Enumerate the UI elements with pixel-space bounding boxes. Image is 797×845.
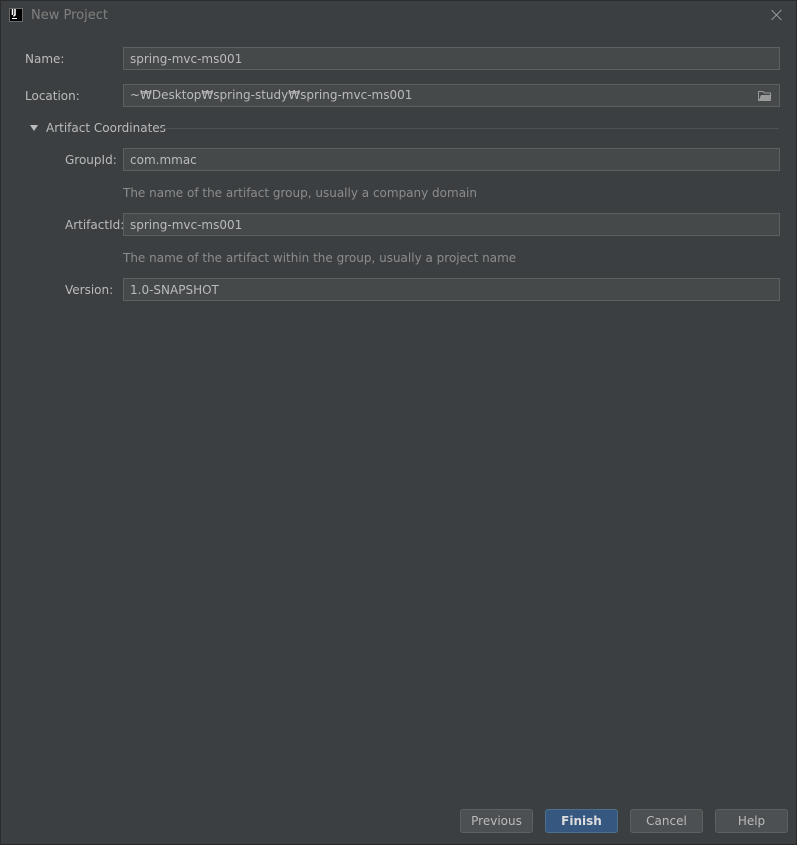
name-input[interactable] [123,47,780,70]
groupid-input[interactable] [123,148,780,171]
artifactid-label: ArtifactId: [65,218,125,232]
name-label: Name: [25,52,65,66]
version-input[interactable] [123,278,780,301]
folder-icon[interactable] [758,90,772,101]
new-project-dialog: IJ New Project Name: Location: ~₩Desktop… [0,0,797,845]
artifactid-hint: The name of the artifact within the grou… [123,251,517,265]
groupid-label: GroupId: [65,153,117,167]
location-value: ~₩Desktop₩spring-study₩spring-mvc-ms001 [130,88,413,102]
expand-triangle-icon [30,125,38,131]
artifact-coordinates-toggle[interactable]: Artifact Coordinates [29,120,779,138]
title-bar[interactable]: IJ New Project [1,1,796,32]
intellij-idea-icon: IJ [9,8,23,22]
section-title: Artifact Coordinates [46,121,166,135]
section-divider [159,128,779,129]
help-button[interactable]: Help [715,809,788,833]
previous-button[interactable]: Previous [460,809,533,833]
location-label: Location: [25,89,80,103]
version-label: Version: [65,283,114,297]
window-title: New Project [31,8,108,23]
close-icon[interactable] [770,8,784,22]
finish-button[interactable]: Finish [545,809,618,833]
artifactid-input[interactable] [123,213,780,236]
groupid-hint: The name of the artifact group, usually … [123,186,477,200]
location-input[interactable]: ~₩Desktop₩spring-study₩spring-mvc-ms001 [123,84,780,107]
cancel-button[interactable]: Cancel [630,809,703,833]
